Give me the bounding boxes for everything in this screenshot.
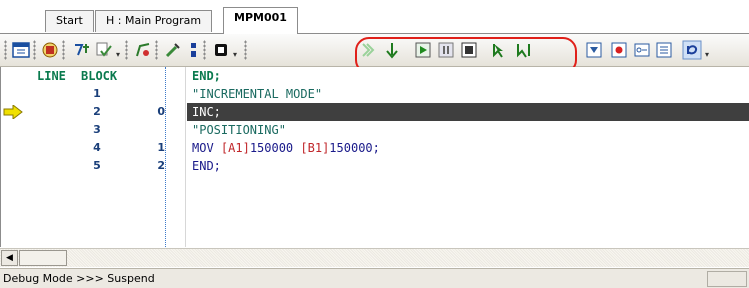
debug-toggle-icon[interactable] — [184, 40, 204, 60]
program-end-line: END; — [192, 69, 221, 83]
block-number: 0 — [157, 105, 165, 118]
column-header-block: BLOCK — [81, 69, 118, 83]
line-number: 1 — [93, 87, 101, 100]
program-row[interactable]: 4 1 MOV [A1]150000 [B1]150000; — [1, 139, 749, 157]
line-number: 4 — [93, 141, 101, 154]
code-text: "INCREMENTAL MODE" — [192, 87, 323, 101]
code-text: END; — [192, 159, 221, 173]
breakpoint-icon[interactable] — [584, 40, 604, 60]
compile-icon[interactable] — [72, 40, 92, 60]
jog-icon[interactable] — [163, 40, 183, 60]
code-axis: [B1] — [300, 141, 330, 155]
refresh-icon[interactable] — [682, 40, 702, 60]
scroll-left-button[interactable]: ◀ — [1, 250, 18, 266]
toolbar-grip — [244, 40, 247, 60]
scroll-thumb[interactable] — [19, 250, 67, 266]
block-number: 1 — [157, 141, 165, 154]
watch-list-icon[interactable] — [654, 40, 674, 60]
editor-header: LINE BLOCK END; — [1, 67, 749, 84]
program-window-icon[interactable] — [11, 40, 31, 60]
transfer-icon[interactable] — [40, 40, 60, 60]
code-value: 150000 — [249, 141, 301, 155]
toolbar-grip — [62, 40, 65, 60]
io-monitor-icon[interactable] — [609, 40, 629, 60]
block-number: 2 — [157, 159, 165, 172]
register-list-icon[interactable] — [632, 40, 652, 60]
toolbar-grip — [203, 40, 206, 60]
status-panel — [707, 271, 747, 287]
column-header-line: LINE — [37, 69, 66, 83]
program-row[interactable]: 1 "INCREMENTAL MODE" — [1, 85, 749, 103]
code-command: MOV — [192, 141, 221, 155]
status-bar: Debug Mode >>> Suspend — [0, 268, 749, 288]
chevron-down-icon[interactable]: ▾ — [233, 50, 239, 60]
toolbar-grip[interactable] — [4, 40, 7, 60]
code-axis: [A1] — [220, 141, 250, 155]
code-value: 150000; — [329, 141, 380, 155]
toolbar-grip — [33, 40, 36, 60]
program-editor[interactable]: LINE BLOCK END; 1 "INCREMENTAL MODE" 2 0… — [0, 67, 749, 247]
toolbar-grip — [155, 40, 158, 60]
status-text: Debug Mode >>> Suspend — [3, 272, 155, 285]
line-number: 2 — [93, 105, 101, 118]
horizontal-scrollbar[interactable]: ◀ — [0, 248, 749, 267]
tab-mpm001[interactable]: MPM001 — [223, 7, 298, 34]
check-icon[interactable] — [94, 40, 114, 60]
code-text: MOV [A1]150000 [B1]150000; — [192, 139, 380, 157]
tab-main-program[interactable]: H : Main Program — [95, 10, 213, 32]
current-line-pointer-icon — [3, 105, 23, 119]
line-number: 5 — [93, 159, 101, 172]
toolbar-grip — [125, 40, 128, 60]
edit-mode-icon[interactable] — [133, 40, 153, 60]
current-line-highlight — [187, 103, 749, 121]
chevron-down-icon[interactable]: ▾ — [705, 50, 711, 60]
tab-strip: Start H : Main Program MPM001 — [0, 0, 749, 36]
hold-icon[interactable] — [211, 40, 231, 60]
program-row-current[interactable]: 2 0 INC; — [1, 103, 749, 121]
tab-start[interactable]: Start — [45, 10, 94, 32]
code-text: "POSITIONING" — [192, 123, 286, 137]
chevron-down-icon[interactable]: ▾ — [116, 50, 122, 60]
code-text: INC; — [192, 105, 221, 119]
line-number: 3 — [93, 123, 101, 136]
program-row[interactable]: 3 "POSITIONING" — [1, 121, 749, 139]
program-row[interactable]: 5 2 END; — [1, 157, 749, 175]
